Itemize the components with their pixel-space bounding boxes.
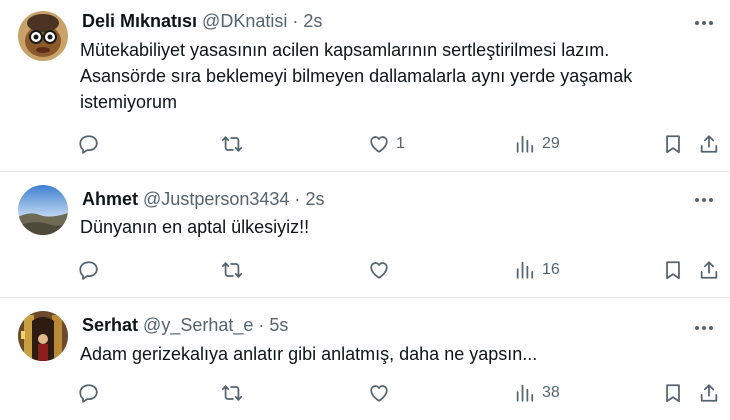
view-count: 38: [542, 384, 560, 401]
separator-dot: ·: [292, 11, 299, 31]
share-icon: [700, 135, 718, 153]
like-button[interactable]: [368, 378, 396, 408]
author-name[interactable]: Serhat: [82, 315, 138, 335]
tweet-text: Mütekabiliyet yasasının acilen kapsamlar…: [80, 40, 633, 112]
reply-icon: [79, 135, 98, 154]
views-button[interactable]: 16: [514, 255, 560, 285]
author-name[interactable]: Ahmet: [82, 189, 138, 209]
tweet-actions: 16: [0, 255, 730, 285]
tweet[interactable]: Ahmet @Justperson3434 · 2s Dünyanın en a…: [0, 172, 730, 298]
views-icon: [516, 135, 534, 153]
author-name[interactable]: Deli Mıknatısı: [82, 11, 197, 31]
like-count: 1: [396, 135, 405, 152]
share-button[interactable]: [698, 255, 720, 285]
separator-dot: ·: [294, 189, 301, 209]
tweet-feed: Deli Mıknatısı @DKnatisi · 2s Mütekabili…: [0, 0, 730, 420]
heart-icon: [370, 385, 388, 402]
bookmark-button[interactable]: [662, 129, 684, 159]
view-count: 16: [542, 261, 560, 278]
retweet-icon: [221, 385, 243, 401]
tweet-text: Dünyanın en aptal ülkesiyiz!!: [80, 217, 310, 237]
share-icon: [700, 261, 718, 279]
views-icon: [516, 384, 534, 402]
more-icon[interactable]: [692, 13, 716, 33]
more-icon[interactable]: [692, 318, 716, 338]
views-button[interactable]: 38: [514, 378, 560, 408]
author-handle[interactable]: @y_Serhat_e: [143, 315, 253, 335]
reply-button[interactable]: [78, 378, 100, 408]
tweet-header: Ahmet @Justperson3434 · 2s: [82, 188, 324, 210]
reply-icon: [79, 261, 98, 280]
retweet-button[interactable]: [221, 378, 243, 408]
avatar[interactable]: [18, 311, 68, 361]
like-button[interactable]: 1: [368, 129, 405, 159]
tweet-header: Serhat @y_Serhat_e · 5s: [82, 314, 288, 336]
heart-icon: [370, 262, 388, 279]
like-button[interactable]: [368, 255, 396, 285]
timestamp[interactable]: 2s: [303, 11, 322, 31]
reply-button[interactable]: [78, 129, 100, 159]
tweet-header: Deli Mıknatısı @DKnatisi · 2s: [82, 10, 322, 32]
views-icon: [516, 261, 534, 279]
tweet[interactable]: Deli Mıknatısı @DKnatisi · 2s Mütekabili…: [0, 0, 730, 172]
bookmark-button[interactable]: [662, 378, 684, 408]
tweet[interactable]: Serhat @y_Serhat_e · 5s Adam gerizekalıy…: [0, 298, 730, 420]
author-handle[interactable]: @Justperson3434: [143, 189, 289, 209]
retweet-icon: [221, 136, 243, 152]
bookmark-icon: [666, 261, 680, 280]
retweet-button[interactable]: [221, 255, 243, 285]
bookmark-button[interactable]: [662, 255, 684, 285]
bookmark-icon: [666, 135, 680, 154]
views-button[interactable]: 29: [514, 129, 560, 159]
reply-button[interactable]: [78, 255, 100, 285]
timestamp[interactable]: 5s: [269, 315, 288, 335]
retweet-icon: [221, 262, 243, 278]
share-button[interactable]: [698, 129, 720, 159]
avatar[interactable]: [18, 185, 68, 235]
heart-icon: [370, 136, 388, 153]
tweet-actions: 1 29: [0, 129, 730, 159]
share-button[interactable]: [698, 378, 720, 408]
view-count: 29: [542, 135, 560, 152]
separator-dot: ·: [258, 315, 265, 335]
retweet-button[interactable]: [221, 129, 243, 159]
timestamp[interactable]: 2s: [305, 189, 324, 209]
share-icon: [700, 384, 718, 402]
bookmark-icon: [666, 384, 680, 403]
tweet-text: Adam gerizekalıya anlatır gibi anlatmış,…: [80, 344, 538, 364]
avatar[interactable]: [18, 11, 68, 61]
reply-icon: [79, 384, 98, 403]
tweet-actions: 38: [0, 378, 730, 408]
author-handle[interactable]: @DKnatisi: [202, 11, 287, 31]
more-icon[interactable]: [692, 190, 716, 210]
